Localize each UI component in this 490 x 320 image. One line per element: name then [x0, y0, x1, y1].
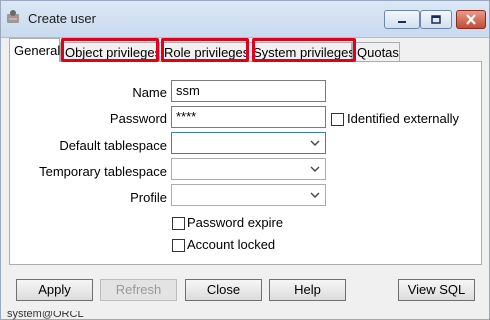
- help-button[interactable]: Help: [269, 279, 346, 301]
- window-title: Create user: [28, 11, 96, 26]
- chevron-down-icon: [310, 192, 320, 198]
- tab-quotas[interactable]: Quotas: [352, 42, 400, 62]
- password-expire-checkbox[interactable]: [172, 217, 185, 230]
- apply-button[interactable]: Apply: [16, 279, 93, 301]
- temporary-tablespace-label: Temporary tablespace: [39, 164, 167, 179]
- close-window-button[interactable]: [456, 10, 486, 29]
- minimize-button[interactable]: [384, 10, 420, 29]
- app-icon: [7, 10, 19, 23]
- chevron-down-icon: [310, 140, 320, 146]
- create-user-window: Create user General Object privileges Ro…: [0, 0, 490, 320]
- close-icon: [466, 14, 476, 25]
- chevron-down-icon: [310, 166, 320, 172]
- maximize-button[interactable]: [420, 10, 452, 29]
- identified-externally-checkbox[interactable]: [331, 113, 344, 126]
- password-expire-label: Password expire: [187, 215, 284, 230]
- profile-select[interactable]: [171, 184, 326, 206]
- default-tablespace-select[interactable]: [171, 132, 326, 154]
- identified-externally-label: Identified externally: [347, 111, 460, 126]
- name-label: Name: [132, 85, 167, 100]
- account-locked-checkbox[interactable]: [172, 239, 185, 252]
- account-locked-label: Account locked: [187, 237, 276, 252]
- status-bar: system@ORCL: [1, 311, 489, 320]
- temporary-tablespace-select[interactable]: [171, 158, 326, 180]
- maximize-icon: [431, 14, 441, 24]
- minimize-icon: [398, 20, 406, 23]
- tab-system-privileges[interactable]: System privileges: [248, 42, 355, 62]
- view-sql-button[interactable]: View SQL: [398, 279, 475, 301]
- status-connection: system@ORCL: [7, 311, 84, 320]
- tab-general[interactable]: General: [9, 38, 60, 62]
- default-tablespace-label: Default tablespace: [59, 138, 167, 153]
- title-bar[interactable]: Create user: [1, 1, 489, 38]
- name-field[interactable]: ssm: [171, 80, 326, 102]
- tab-object-privileges[interactable]: Object privileges: [60, 42, 161, 62]
- tab-role-privileges[interactable]: Role privileges: [159, 42, 249, 62]
- password-label: Password: [109, 111, 167, 126]
- refresh-button[interactable]: Refresh: [100, 279, 177, 301]
- close-button[interactable]: Close: [185, 279, 262, 301]
- profile-label: Profile: [130, 190, 167, 205]
- password-field[interactable]: ****: [171, 106, 326, 128]
